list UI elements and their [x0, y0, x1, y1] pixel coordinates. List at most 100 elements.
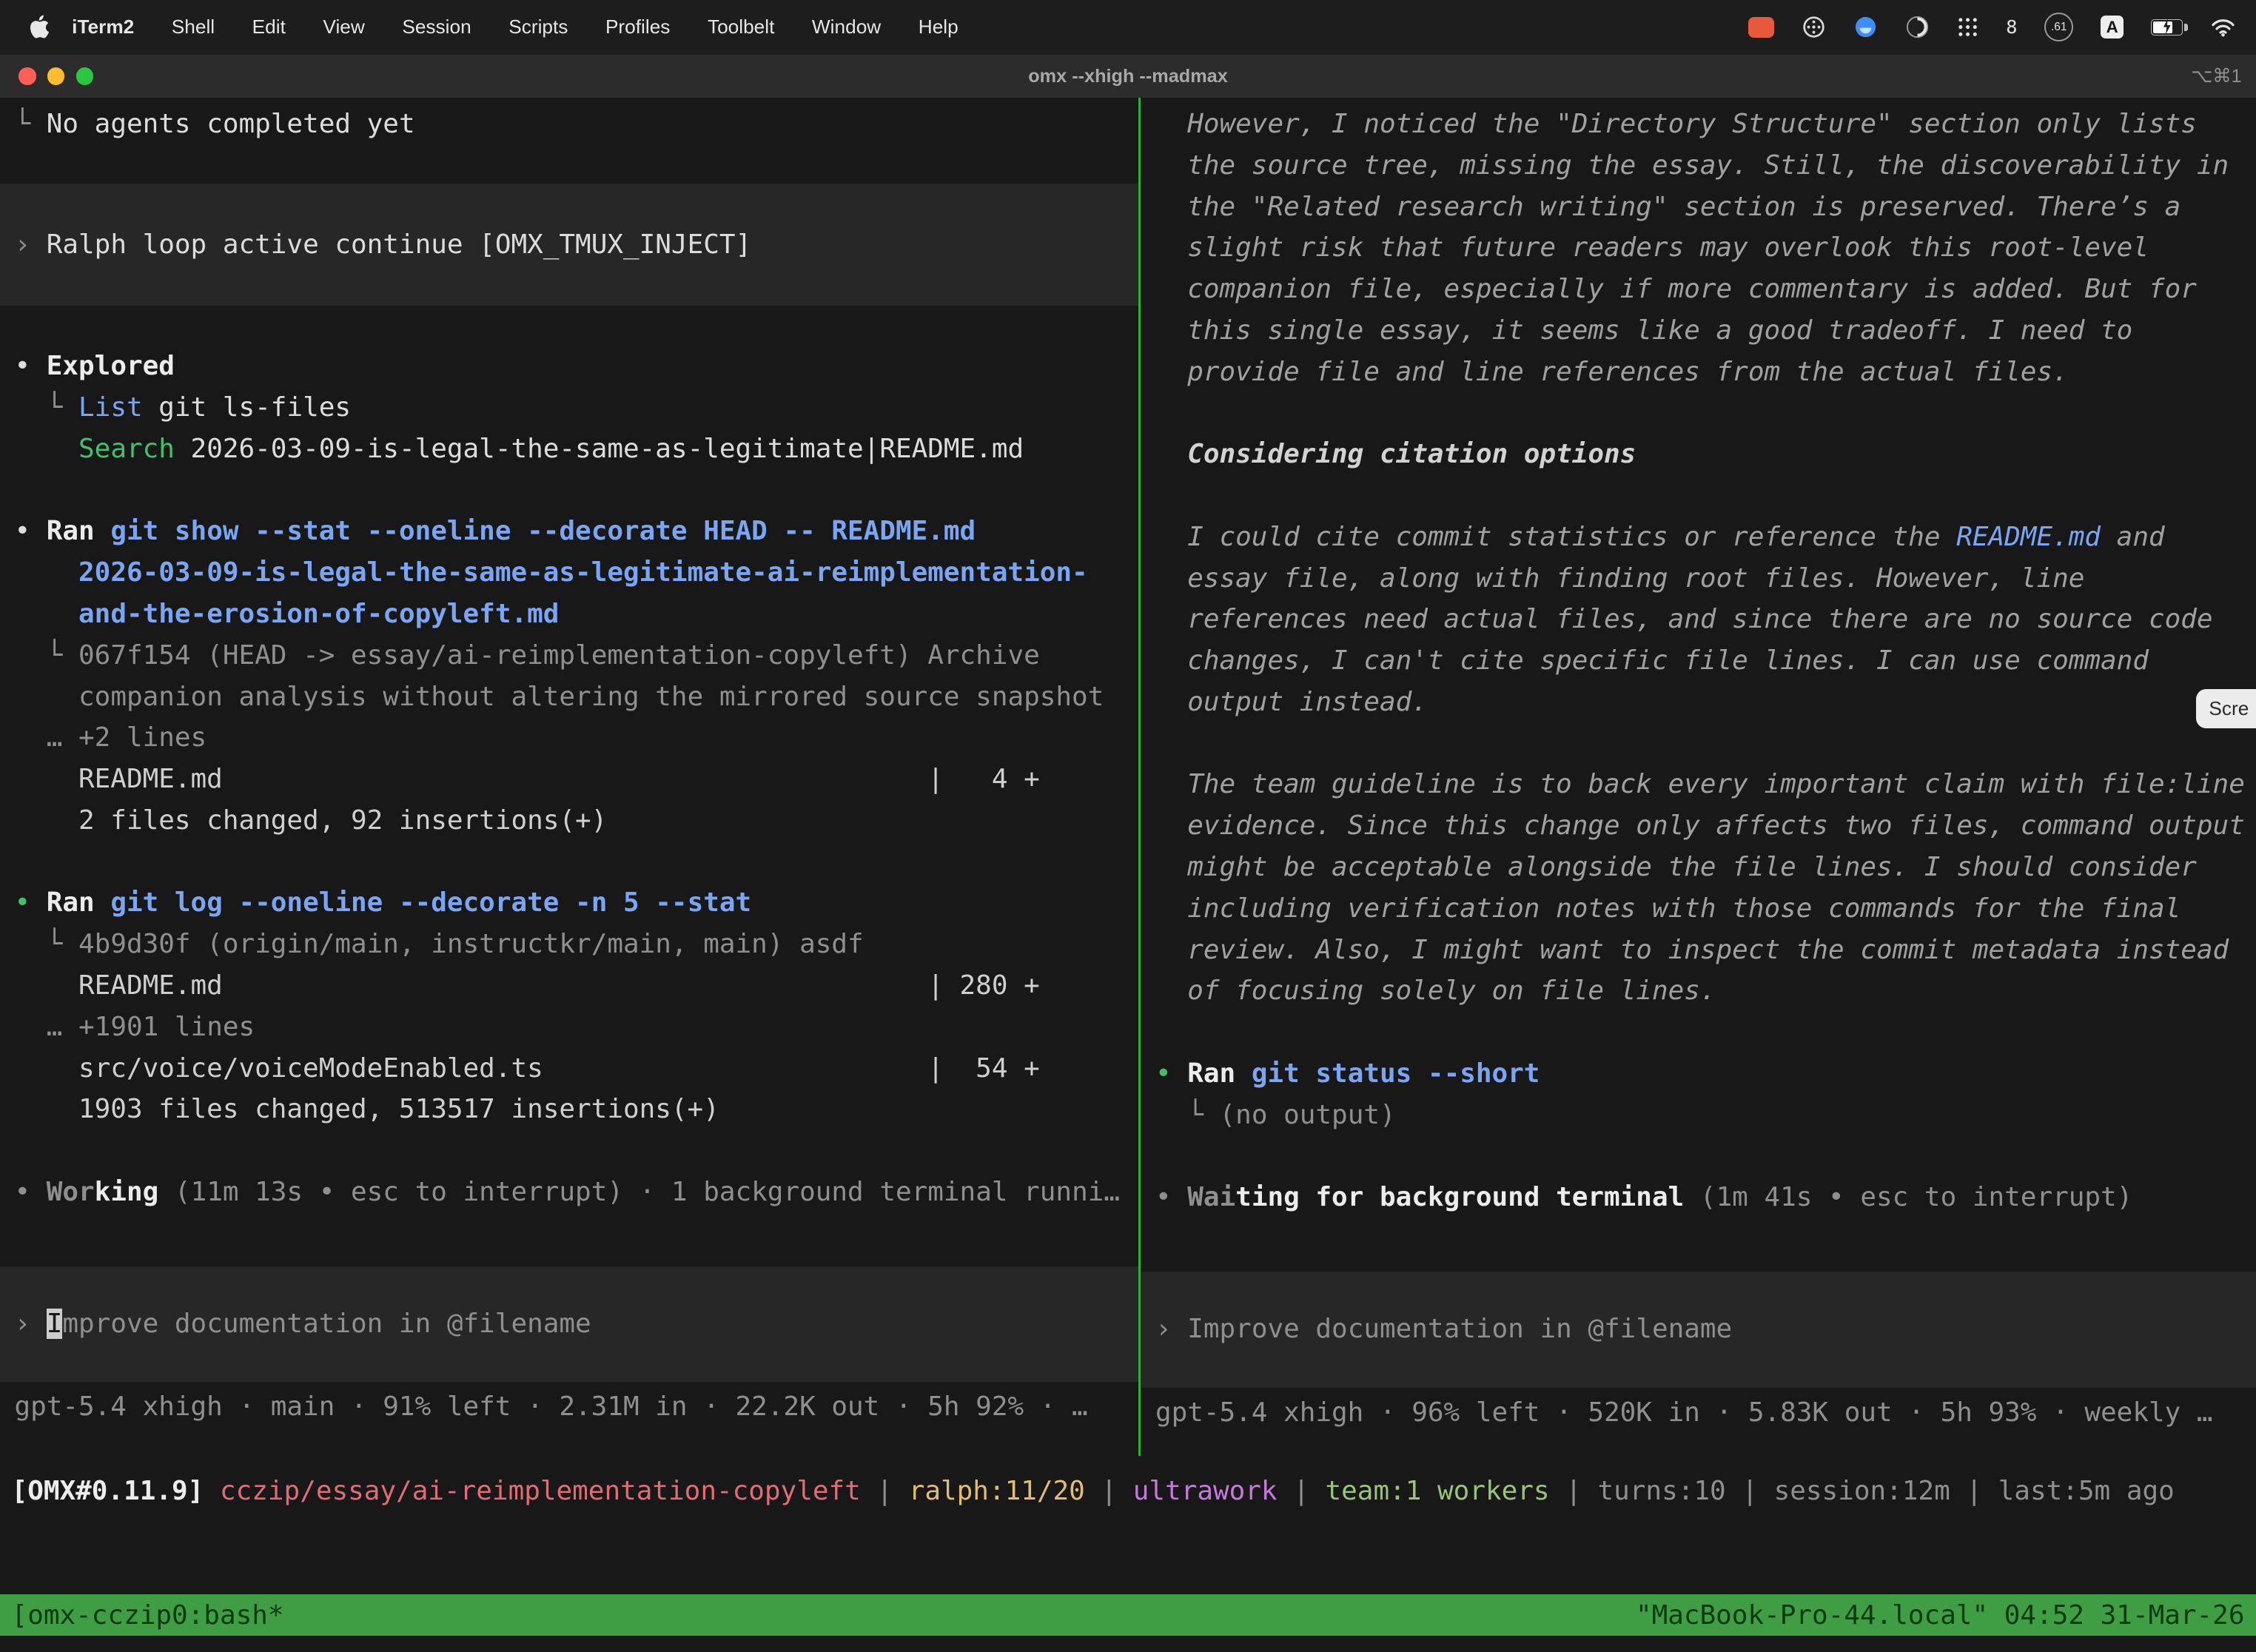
text-segment: However, I noticed the "Directory Struct…: [1155, 109, 2197, 139]
text-segment: turns:10: [1598, 1476, 1726, 1506]
screen-recording-indicator[interactable]: [1748, 17, 1774, 37]
text-segment: [95, 887, 111, 918]
omx-status-segments: [OMX#0.11.9] cczip/essay/ai-reimplementa…: [0, 1471, 2256, 1512]
left-pane[interactable]: └ No agents completed yet › Ralph loop a…: [0, 98, 1138, 1456]
text-segment: |: [1950, 1476, 1998, 1506]
prompt-line-right: › Improve documentation in @filename: [1141, 1309, 2256, 1350]
left-scrollback: • Explored └ List git ls-files Search 20…: [0, 346, 1138, 1212]
text-segment: [OMX_TMUX_INJECT]: [479, 229, 751, 260]
text-segment: [14, 722, 46, 753]
omx-status-line: [OMX#0.11.9] cczip/essay/ai-reimplementa…: [0, 1471, 2256, 1512]
text-segment: evidence. Since this change only affects…: [1155, 810, 2245, 841]
text-segment: •: [1155, 1182, 1187, 1212]
menu-item-iterm2[interactable]: iTerm2: [53, 16, 153, 38]
menu-item-shell[interactable]: Shell: [153, 16, 234, 38]
eight-icon[interactable]: 8: [2006, 16, 2017, 38]
terminal-line: └ 4b9d30f (origin/main, instructkr/main,…: [0, 924, 1138, 965]
text-segment: (11m 13s • esc to interrupt) · 1 backgro…: [158, 1177, 1120, 1207]
text-segment: Improve documentation in @filename: [1187, 1314, 1732, 1344]
text-segment: ralph:11/20: [909, 1476, 1085, 1506]
text-segment: └: [1155, 1100, 1220, 1130]
text-segment: including verification notes with those …: [1155, 893, 2181, 924]
terminal-line: including verification notes with those …: [1141, 888, 2256, 930]
screen: iTerm2ShellEditViewSessionScriptsProfile…: [0, 0, 2256, 1652]
text-segment: 1903 files changed, 513517 insertions(+): [14, 1094, 719, 1124]
dots-circle-icon[interactable]: [1802, 15, 1826, 39]
right-pane[interactable]: However, I noticed the "Directory Struct…: [1141, 98, 2256, 1456]
dark-circle-app-icon[interactable]: [1905, 15, 1930, 39]
terminal-line: └ (no output): [1141, 1095, 2256, 1136]
terminal-line: • Ran git show --stat --oneline --decora…: [0, 511, 1138, 552]
text-segment: cczip/essay/ai-reimplementation-copyleft: [220, 1476, 861, 1506]
text-segment: 2026-03-09-is-legal-the-same-as-legitima…: [78, 557, 1088, 588]
text-segment: I could cite commit statistics or refere…: [1155, 522, 1956, 552]
text-segment: |: [1726, 1476, 1774, 1506]
text-segment: List: [78, 392, 143, 423]
terminal-line: output instead.: [1141, 682, 2256, 723]
text-segment: output instead.: [1155, 687, 1428, 717]
text-segment: mprove documentation in @filename: [62, 1309, 591, 1339]
terminal-line: └ 067f154 (HEAD -> essay/ai-reimplementa…: [0, 635, 1138, 676]
text-segment: slight risk that future readers may over…: [1155, 232, 2149, 263]
menu-item-help[interactable]: Help: [900, 16, 978, 38]
screen-sharing-overlay[interactable]: Scre: [2196, 689, 2256, 728]
wifi-icon[interactable]: [2210, 17, 2236, 37]
menu-item-edit[interactable]: Edit: [233, 16, 304, 38]
text-segment: README.md: [1956, 522, 2101, 552]
terminal-line: of focusing solely on file lines.: [1141, 970, 2256, 1012]
menu-item-view[interactable]: View: [304, 16, 383, 38]
terminal-line: essay file, along with finding root file…: [1141, 558, 2256, 600]
text-segment: Considering citation options: [1155, 439, 1636, 469]
minimize-button[interactable]: [47, 67, 64, 84]
text-segment: 2026-03-09-is-legal-the-same-as-legitima…: [175, 434, 1024, 464]
app-grid-icon[interactable]: [1957, 16, 1978, 38]
terminal-line: companion analysis without altering the …: [0, 676, 1138, 718]
text-segment: companion file, especially if more comme…: [1155, 274, 2197, 304]
terminal-line: the "Related research writing" section i…: [1141, 187, 2256, 228]
menu-item-scripts[interactable]: Scripts: [490, 16, 587, 38]
menu-item-window[interactable]: Window: [793, 16, 900, 38]
text-segment: Wor: [47, 1177, 95, 1207]
text-segment: |: [1278, 1476, 1326, 1506]
text-segment: Ran: [47, 887, 95, 918]
text-segment: [OMX#0.11.9]: [12, 1476, 204, 1506]
terminal-line: 2 files changed, 92 insertions(+): [0, 800, 1138, 842]
menu-items: iTerm2ShellEditViewSessionScriptsProfile…: [53, 16, 977, 38]
battery-icon[interactable]: [2151, 19, 2183, 35]
close-button[interactable]: [19, 67, 36, 84]
text-segment: ›: [14, 229, 46, 260]
prompt-input-left[interactable]: › Improve documentation in @filename: [0, 1266, 1138, 1383]
menu-item-toolbelt[interactable]: Toolbelt: [689, 16, 793, 38]
text-segment: might be acceptable alongside the file l…: [1155, 852, 2197, 882]
blue-app-icon[interactable]: [1853, 15, 1878, 39]
terminal-line: the source tree, missing the essay. Stil…: [1141, 145, 2256, 187]
menu-item-profiles[interactable]: Profiles: [587, 16, 689, 38]
terminal-line: might be acceptable alongside the file l…: [1141, 847, 2256, 888]
window-title-bar[interactable]: omx --xhigh --madmax ⌥⌘1: [0, 55, 2256, 98]
terminal-line: └ List git ls-files: [0, 387, 1138, 429]
input-source-icon[interactable]: A: [2101, 16, 2124, 38]
apple-menu-icon[interactable]: [29, 15, 49, 39]
text-segment: of focusing solely on file lines.: [1155, 976, 1716, 1006]
terminal-area[interactable]: └ No agents completed yet › Ralph loop a…: [0, 98, 2256, 1456]
text-segment: [14, 434, 78, 464]
zoom-button[interactable]: [76, 67, 93, 84]
menu-item-session[interactable]: Session: [383, 16, 490, 38]
meter-icon[interactable]: .61: [2044, 13, 2073, 41]
text-segment: changes, I can't cite specific file line…: [1155, 645, 2149, 676]
terminal-line: and-the-erosion-of-copyleft.md: [0, 594, 1138, 635]
text-segment: Explored: [47, 351, 175, 381]
text-segment: └: [14, 109, 46, 139]
window-title: omx --xhigh --madmax: [0, 66, 2256, 87]
terminal-line: [1141, 392, 2256, 434]
terminal-line: [1141, 1135, 2256, 1177]
text-segment: git show --stat --oneline --decorate HEA…: [110, 516, 976, 546]
terminal-line: • Explored: [0, 346, 1138, 387]
text-segment: (no output): [1220, 1100, 1396, 1130]
tmux-session-label: [omx-cczip0:bash*: [12, 1600, 284, 1631]
text-segment: I: [47, 1309, 63, 1339]
right-scrollback: However, I noticed the "Directory Struct…: [1141, 104, 2256, 1218]
terminal-line: • Ran git log --oneline --decorate -n 5 …: [0, 882, 1138, 924]
prompt-input-right[interactable]: › Improve documentation in @filename: [1141, 1272, 2256, 1388]
terminal-line: 2026-03-09-is-legal-the-same-as-legitima…: [0, 552, 1138, 594]
